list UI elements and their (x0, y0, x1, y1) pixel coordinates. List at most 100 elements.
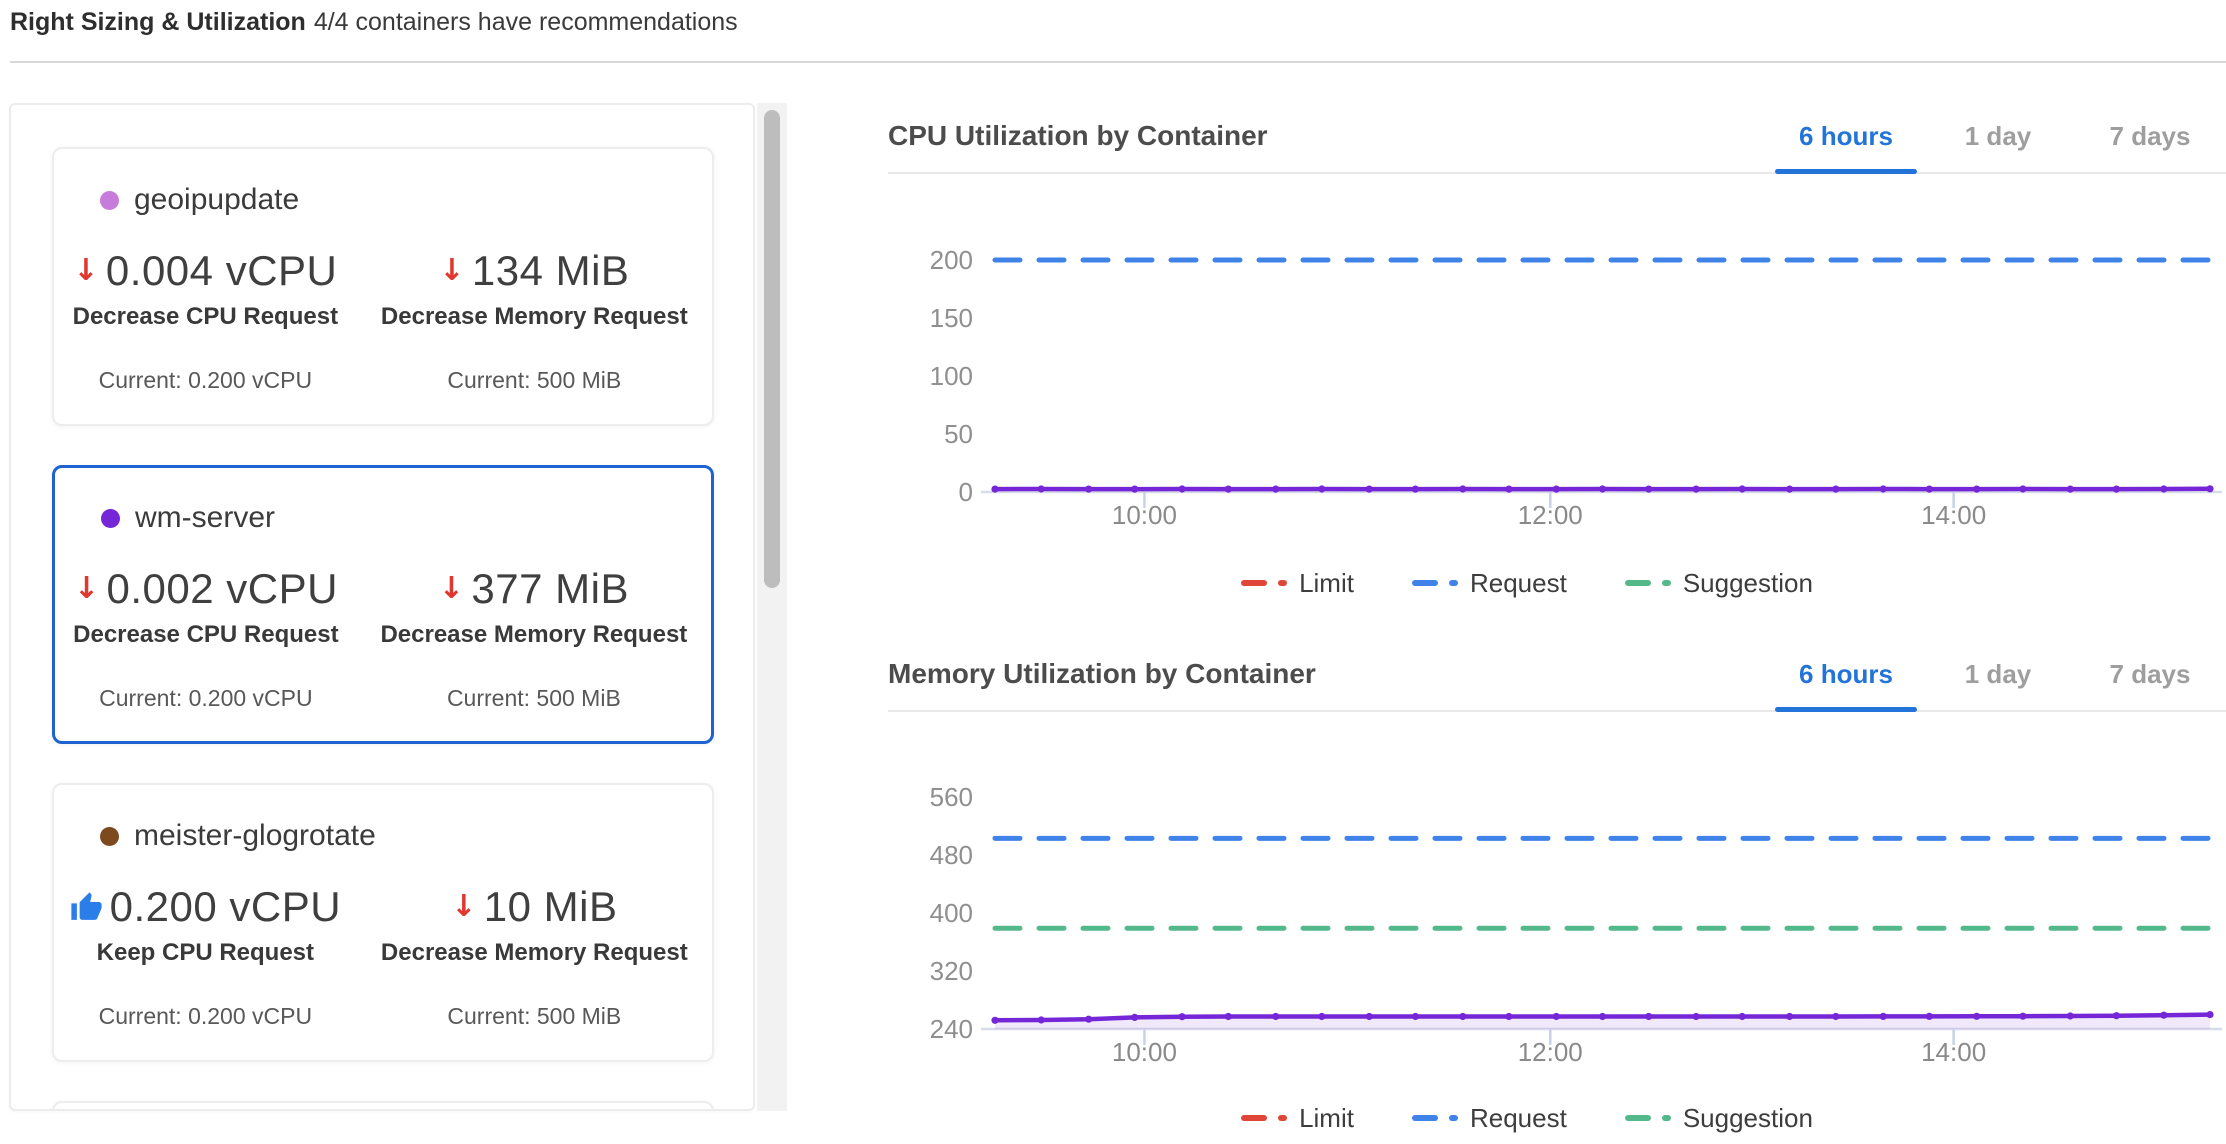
metric-current: Current: 0.200 vCPU (99, 367, 312, 394)
metric-value: 0.200 vCPU (110, 883, 341, 931)
cpu-chart-header: CPU Utilization by Container 6 hours 1 d… (888, 100, 2226, 174)
tab-6-hours[interactable]: 6 hours (1770, 638, 1922, 710)
container-card-header: wm-server (55, 501, 711, 535)
svg-text:10:00: 10:00 (1112, 500, 1177, 530)
metrics-row: ↓ 0.002 vCPU Decrease CPU Request Curren… (55, 565, 711, 712)
svg-text:12:00: 12:00 (1518, 500, 1583, 530)
legend-item-suggestion[interactable]: Suggestion (1625, 1103, 1813, 1134)
legend-label: Limit (1299, 568, 1354, 599)
metric-action: Decrease Memory Request (380, 621, 687, 649)
svg-text:200: 200 (930, 245, 973, 275)
svg-text:0: 0 (959, 477, 973, 507)
header-divider (10, 61, 2226, 63)
arrow-down-icon: ↓ (439, 574, 465, 604)
dash-dot-marker-icon (1625, 577, 1671, 589)
legend-label: Request (1470, 568, 1567, 599)
dash-dot-marker-icon (1412, 577, 1458, 589)
metric-action: Decrease CPU Request (73, 621, 338, 649)
metric-action: Decrease Memory Request (381, 303, 688, 331)
container-card-partial[interactable] (52, 1101, 714, 1111)
legend-label: Suggestion (1683, 1103, 1813, 1134)
container-card-header: geoipupdate (54, 183, 712, 217)
arrow-down-icon: ↓ (451, 892, 477, 922)
metric-action: Decrease Memory Request (381, 939, 688, 967)
memory-chart-title: Memory Utilization by Container (888, 658, 1770, 690)
metric-value: 134 MiB (472, 247, 630, 295)
svg-text:14:00: 14:00 (1921, 1037, 1986, 1067)
tab-7-days[interactable]: 7 days (2074, 638, 2226, 710)
metric-current: Current: 500 MiB (447, 367, 621, 394)
svg-text:12:00: 12:00 (1518, 1037, 1583, 1067)
svg-text:150: 150 (930, 303, 973, 333)
tab-7-days[interactable]: 7 days (2074, 100, 2226, 172)
dash-dot-marker-icon (1241, 1112, 1287, 1124)
legend-item-limit[interactable]: Limit (1241, 568, 1354, 599)
svg-text:100: 100 (930, 361, 973, 391)
metrics-row: ↓ 0.004 vCPU Decrease CPU Request Curren… (54, 247, 712, 394)
cpu-metric: ↓ 0.002 vCPU Decrease CPU Request Curren… (55, 565, 357, 712)
container-card-geoipupdate[interactable]: geoipupdate ↓ 0.004 vCPU Decrease CPU Re… (52, 147, 714, 426)
cpu-utilization-chart: 200 150 100 50 0 10:00 12:00 14:00 (888, 185, 2226, 535)
container-color-dot (101, 509, 120, 528)
svg-text:400: 400 (930, 898, 973, 928)
tab-1-day[interactable]: 1 day (1922, 638, 2074, 710)
legend-item-request[interactable]: Request (1412, 1103, 1567, 1134)
legend-label: Limit (1299, 1103, 1354, 1134)
cpu-chart-title: CPU Utilization by Container (888, 120, 1770, 152)
page-subtitle: 4/4 containers have recommendations (314, 8, 738, 36)
scrollbar-thumb[interactable] (764, 110, 780, 588)
metric-current: Current: 500 MiB (447, 1003, 621, 1030)
metric-value: 10 MiB (484, 883, 618, 931)
dash-dot-marker-icon (1241, 577, 1287, 589)
metric-value: 377 MiB (471, 565, 629, 613)
metric-current: Current: 500 MiB (447, 685, 621, 712)
container-name: meister-glogrotate (134, 819, 376, 853)
svg-text:50: 50 (944, 419, 973, 449)
tab-1-day[interactable]: 1 day (1922, 100, 2074, 172)
arrow-down-icon: ↓ (73, 256, 99, 286)
arrow-down-icon: ↓ (439, 256, 465, 286)
memory-chart-legend: Limit Request Suggestion (858, 1096, 2196, 1140)
arrow-down-icon: ↓ (74, 574, 100, 604)
metric-action: Keep CPU Request (97, 939, 314, 967)
dash-dot-marker-icon (1625, 1112, 1671, 1124)
tab-6-hours[interactable]: 6 hours (1770, 100, 1922, 172)
metric-current: Current: 0.200 vCPU (99, 685, 312, 712)
metric-action: Decrease CPU Request (73, 303, 338, 331)
legend-item-suggestion[interactable]: Suggestion (1625, 568, 1813, 599)
cpu-metric: ↓ 0.004 vCPU Decrease CPU Request Curren… (54, 247, 357, 394)
svg-text:480: 480 (930, 840, 973, 870)
legend-item-request[interactable]: Request (1412, 568, 1567, 599)
svg-text:320: 320 (930, 956, 973, 986)
svg-text:240: 240 (930, 1014, 973, 1044)
cpu-metric: 0.200 vCPU Keep CPU Request Current: 0.2… (54, 883, 357, 1030)
metric-current: Current: 0.200 vCPU (99, 1003, 312, 1030)
svg-text:14:00: 14:00 (1921, 500, 1986, 530)
metric-value: 0.002 vCPU (106, 565, 337, 613)
svg-text:10:00: 10:00 (1112, 1037, 1177, 1067)
thumb-up-icon (70, 891, 103, 924)
container-card-header: meister-glogrotate (54, 819, 712, 853)
legend-item-limit[interactable]: Limit (1241, 1103, 1354, 1134)
cpu-chart-legend: Limit Request Suggestion (858, 561, 2196, 605)
memory-metric: ↓ 134 MiB Decrease Memory Request Curren… (357, 247, 712, 394)
container-color-dot (100, 191, 119, 210)
metrics-row: 0.200 vCPU Keep CPU Request Current: 0.2… (54, 883, 712, 1030)
page-title: Right Sizing & Utilization (10, 8, 306, 36)
memory-metric: ↓ 377 MiB Decrease Memory Request Curren… (357, 565, 711, 712)
container-card-wm-server[interactable]: wm-server ↓ 0.002 vCPU Decrease CPU Requ… (52, 465, 714, 744)
legend-label: Request (1470, 1103, 1567, 1134)
recommendations-panel: geoipupdate ↓ 0.004 vCPU Decrease CPU Re… (9, 103, 755, 1111)
container-name: geoipupdate (134, 183, 299, 217)
memory-metric: ↓ 10 MiB Decrease Memory Request Current… (357, 883, 712, 1030)
metric-value: 0.004 vCPU (106, 247, 337, 295)
memory-chart-header: Memory Utilization by Container 6 hours … (888, 638, 2226, 712)
container-name: wm-server (135, 501, 275, 535)
svg-text:560: 560 (930, 782, 973, 812)
page-header: Right Sizing & Utilization 4/4 containers… (10, 8, 738, 37)
dash-dot-marker-icon (1412, 1112, 1458, 1124)
memory-utilization-chart: 560 480 400 320 240 10:00 12:00 14:00 (888, 722, 2226, 1072)
legend-label: Suggestion (1683, 568, 1813, 599)
container-card-meister-glogrotate[interactable]: meister-glogrotate 0.200 vCPU Keep CPU R… (52, 783, 714, 1062)
container-color-dot (100, 827, 119, 846)
